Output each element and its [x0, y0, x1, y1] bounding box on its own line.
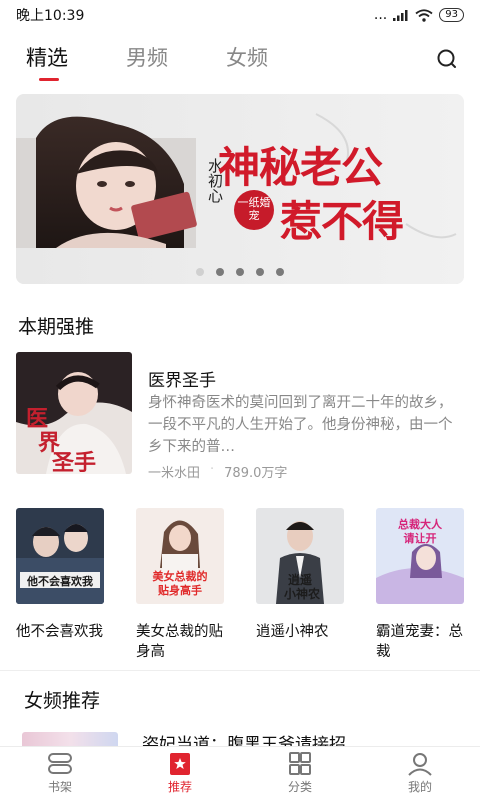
- book-title[interactable]: 他不会喜欢我: [16, 622, 104, 662]
- featured-book-word-count: 789.0万字: [224, 466, 288, 481]
- book-grid-row: 他不会喜欢我 他不会喜欢我 美女总裁的 贴身高手 美女总裁的贴身高 逍遥 小神农…: [16, 508, 464, 660]
- meta-separator: ·: [210, 462, 215, 477]
- featured-section-title: 本期强推: [18, 316, 95, 338]
- peek-book-cover[interactable]: [22, 732, 118, 746]
- status-time: 晚上10:39: [16, 8, 85, 24]
- book-card[interactable]: 美女总裁的 贴身高手 美女总裁的贴身高: [136, 508, 224, 662]
- book-title[interactable]: 美女总裁的贴身高: [136, 622, 224, 662]
- wifi-icon: [415, 8, 433, 22]
- user-icon: [408, 753, 432, 776]
- book-cover[interactable]: 美女总裁的 贴身高手: [136, 508, 224, 604]
- peek-book-title[interactable]: 姿妃当道：腹黑王爷请接招: [142, 730, 346, 746]
- status-bar: 晚上10:39 ... 93: [0, 0, 480, 30]
- channel-tabs: 精选 男频 女频: [0, 36, 480, 86]
- book-cover-title-line2: 贴身高手: [157, 583, 202, 597]
- book-card[interactable]: 他不会喜欢我 他不会喜欢我: [16, 508, 104, 662]
- book-title[interactable]: 霸道宠妻：总裁: [376, 622, 464, 662]
- signal-dots-icon: ...: [373, 7, 388, 23]
- book-card[interactable]: 逍遥 小神农 逍遥小神农: [256, 508, 344, 662]
- nav-profile[interactable]: 我的: [360, 747, 480, 800]
- battery-icon: 93: [439, 8, 464, 22]
- nav-bookshelf[interactable]: 书架: [0, 747, 120, 800]
- featured-book-description: 身怀神奇医术的莫问回到了离开二十年的故乡，一段不平凡的人生开始了。他身份神秘，由…: [148, 395, 453, 455]
- star-bookmark-icon: [170, 753, 190, 775]
- book-cover-title-line2: 小神农: [284, 586, 320, 601]
- featured-book[interactable]: 医 界 圣手 医界圣手 身怀神奇医术的莫问回到了离开二十年的故乡，一段不平凡的人…: [16, 352, 464, 481]
- featured-book-meta: 一米水田 · 789.0万字: [148, 462, 287, 481]
- featured-cover-title-part3: 圣手: [52, 450, 96, 474]
- book-title[interactable]: 逍遥小神农: [256, 622, 344, 662]
- featured-book-author: 一米水田: [148, 466, 201, 481]
- book-card[interactable]: 总裁大人 请让开 霸道宠妻：总裁: [376, 508, 464, 662]
- featured-book-cover[interactable]: 医 界 圣手: [16, 352, 132, 474]
- female-section-title: 女频推荐: [24, 690, 101, 712]
- nav-category[interactable]: 分类: [240, 747, 360, 800]
- tab-featured[interactable]: 精选: [26, 42, 68, 72]
- banner-dot[interactable]: [236, 268, 244, 276]
- bottom-navigation: 书架 推荐 分类 我的: [0, 746, 480, 800]
- book-cover-title-line1: 逍遥: [288, 572, 312, 587]
- search-icon[interactable]: [434, 46, 460, 72]
- book-cover[interactable]: 总裁大人 请让开: [376, 508, 464, 604]
- featured-cover-title-part1: 医: [26, 406, 48, 432]
- book-cover[interactable]: 他不会喜欢我: [16, 508, 104, 604]
- female-book-peek[interactable]: 姿妃当道：腹黑王爷请接招: [22, 728, 462, 746]
- book-cover-title-line1: 美女总裁的: [153, 569, 208, 583]
- nav-label: 书架: [47, 780, 72, 794]
- tab-female[interactable]: 女频: [226, 42, 268, 72]
- featured-book-title[interactable]: 医界圣手: [148, 366, 216, 391]
- banner-dot[interactable]: [216, 268, 224, 276]
- nav-label: 分类: [287, 780, 312, 794]
- nav-recommend[interactable]: 推荐: [120, 747, 240, 800]
- status-icons: ... 93: [374, 7, 464, 23]
- section-divider: [0, 670, 480, 671]
- tab-male[interactable]: 男频: [126, 42, 168, 72]
- banner-title-line1: 神秘老公: [218, 143, 383, 192]
- nav-label: 我的: [407, 780, 432, 794]
- banner-pagination: [16, 268, 464, 276]
- cellular-signal-icon: [393, 10, 408, 21]
- active-tab-indicator: [39, 78, 59, 81]
- banner-dot[interactable]: [256, 268, 264, 276]
- book-cover[interactable]: 逍遥 小神农: [256, 508, 344, 604]
- book-cover-title: 他不会喜欢我: [26, 574, 93, 588]
- nav-label: 推荐: [167, 780, 192, 794]
- banner-seal: 一纸婚宠: [234, 190, 274, 230]
- grid-icon: [289, 752, 311, 775]
- book-cover-title-line1: 总裁大人: [398, 517, 443, 531]
- banner-title-line2: 惹不得: [280, 197, 404, 246]
- bookshelf-icon: [48, 753, 72, 774]
- promo-banner[interactable]: 水初心 神秘老公 一纸婚宠 惹不得: [16, 94, 464, 284]
- banner-dot[interactable]: [196, 268, 204, 276]
- banner-dot[interactable]: [276, 268, 284, 276]
- book-cover-title-line2: 请让开: [404, 531, 437, 545]
